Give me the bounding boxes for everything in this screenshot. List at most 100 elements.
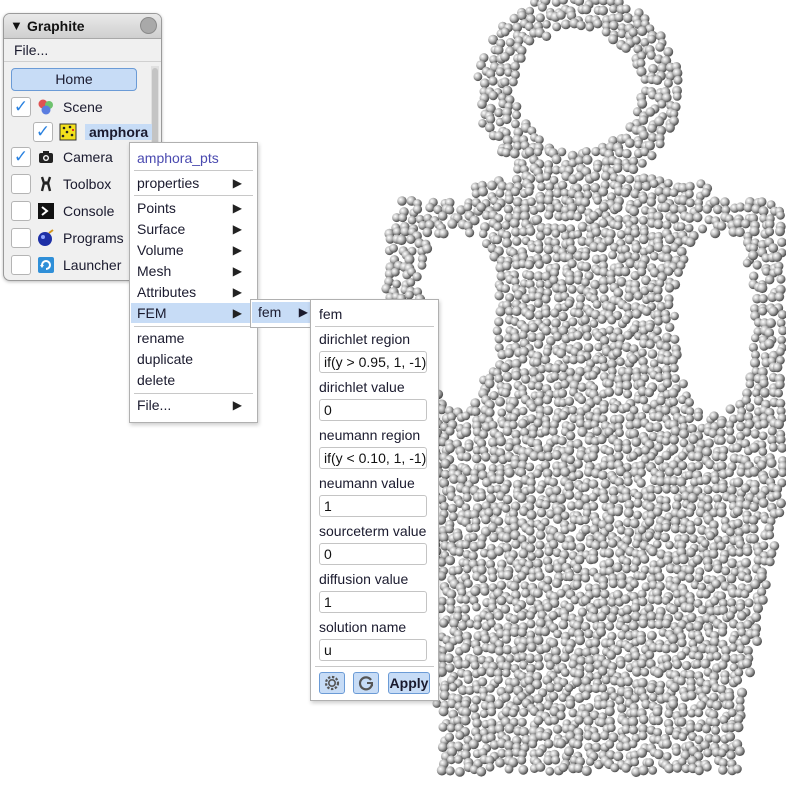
cloud-point bbox=[468, 739, 479, 750]
cloud-point bbox=[501, 148, 511, 158]
cloud-point bbox=[661, 502, 671, 512]
cloud-point bbox=[476, 202, 487, 212]
menu-item-mesh[interactable]: Mesh ▶ bbox=[137, 261, 250, 281]
cloud-point bbox=[652, 707, 663, 717]
cloud-point bbox=[577, 395, 587, 405]
menu-item-rename[interactable]: rename bbox=[137, 328, 184, 348]
menu-item-delete[interactable]: delete bbox=[137, 370, 175, 390]
cloud-point bbox=[636, 635, 647, 645]
dirichlet-value-input[interactable]: 0 bbox=[319, 399, 427, 421]
file-menu[interactable]: File... bbox=[4, 39, 161, 62]
launcher-checkbox[interactable] bbox=[11, 255, 31, 275]
cloud-point bbox=[535, 13, 545, 23]
scene-checkbox[interactable]: ✓ bbox=[11, 97, 31, 117]
menu-item-properties[interactable]: properties ▶ bbox=[137, 173, 250, 193]
console-checkbox[interactable] bbox=[11, 201, 31, 221]
menu-item-duplicate[interactable]: duplicate bbox=[137, 349, 193, 369]
programs-checkbox[interactable] bbox=[11, 228, 31, 248]
menu-item-file[interactable]: File... ▶ bbox=[137, 395, 250, 415]
cloud-point bbox=[512, 110, 521, 120]
window-titlebar[interactable]: ▼ Graphite bbox=[4, 14, 161, 39]
cloud-point bbox=[645, 323, 655, 333]
cloud-point bbox=[572, 580, 582, 590]
cloud-point bbox=[535, 530, 546, 540]
cloud-point bbox=[757, 460, 767, 470]
cloud-point bbox=[721, 566, 731, 576]
menu-item-points[interactable]: Points ▶ bbox=[137, 198, 250, 218]
solution-name-input[interactable]: u bbox=[319, 639, 427, 661]
submenu-arrow-icon: ▶ bbox=[232, 264, 242, 278]
diffusion-value-input[interactable]: 1 bbox=[319, 591, 427, 613]
cloud-point bbox=[589, 319, 599, 328]
cloud-point bbox=[445, 766, 455, 776]
cloud-point bbox=[647, 151, 657, 161]
cloud-point bbox=[727, 558, 738, 569]
close-icon[interactable] bbox=[140, 17, 157, 34]
cloud-point bbox=[700, 658, 711, 669]
cloud-point bbox=[717, 436, 726, 445]
cloud-point bbox=[556, 588, 566, 598]
menu-item-attributes[interactable]: Attributes ▶ bbox=[137, 282, 250, 302]
cloud-point bbox=[679, 428, 689, 439]
sourceterm-value-input[interactable]: 0 bbox=[319, 543, 427, 565]
cloud-point bbox=[496, 436, 507, 447]
menu-item-volume[interactable]: Volume ▶ bbox=[137, 240, 250, 260]
cloud-point bbox=[575, 635, 586, 646]
cloud-point bbox=[501, 692, 511, 702]
apply-button[interactable]: Apply bbox=[388, 672, 430, 694]
menu-item-label: properties bbox=[137, 175, 200, 191]
submenu-arrow-icon: ▶ bbox=[232, 306, 242, 320]
collapse-triangle-icon[interactable]: ▼ bbox=[10, 18, 23, 33]
tree-item-amphora[interactable]: ✓ amphora bbox=[33, 121, 153, 143]
cloud-point bbox=[585, 757, 595, 766]
cloud-point bbox=[574, 470, 584, 480]
tree-item-toolbox[interactable]: Toolbox bbox=[11, 173, 111, 195]
cloud-point bbox=[638, 765, 649, 776]
cloud-point bbox=[478, 574, 488, 584]
cloud-point bbox=[703, 748, 713, 758]
cloud-point bbox=[621, 315, 631, 325]
cloud-point bbox=[564, 299, 574, 309]
cloud-point bbox=[758, 447, 768, 456]
cloud-point bbox=[447, 218, 458, 229]
cloud-point bbox=[639, 234, 649, 245]
cloud-point bbox=[775, 508, 785, 518]
cloud-point bbox=[462, 564, 472, 574]
home-button[interactable]: Home bbox=[11, 68, 137, 91]
neumann-value-input[interactable]: 1 bbox=[319, 495, 427, 517]
cloud-point bbox=[509, 218, 520, 229]
settings-button[interactable] bbox=[319, 672, 345, 694]
menu-item-surface[interactable]: Surface ▶ bbox=[137, 219, 250, 239]
cloud-point bbox=[461, 426, 472, 438]
cloud-point bbox=[653, 485, 663, 495]
cloud-point bbox=[653, 293, 663, 303]
cloud-point bbox=[543, 405, 553, 416]
toolbox-checkbox[interactable] bbox=[11, 174, 31, 194]
cloud-point bbox=[593, 163, 602, 173]
cloud-point bbox=[533, 715, 544, 726]
dirichlet-region-input[interactable]: if(y > 0.95, 1, -1) bbox=[319, 351, 427, 373]
cloud-point bbox=[758, 595, 768, 605]
cloud-point bbox=[544, 739, 554, 749]
cloud-point bbox=[702, 762, 712, 772]
menu-item-fem[interactable]: FEM ▶ bbox=[137, 303, 250, 323]
cloud-point bbox=[774, 419, 784, 430]
camera-checkbox[interactable]: ✓ bbox=[11, 147, 31, 167]
tree-item-scene[interactable]: ✓ Scene bbox=[11, 96, 103, 118]
cloud-point bbox=[653, 667, 664, 679]
cloud-point bbox=[460, 715, 471, 726]
cloud-point bbox=[494, 334, 504, 344]
submenu-arrow-icon: ▶ bbox=[232, 201, 242, 215]
reset-button[interactable] bbox=[353, 672, 379, 694]
cloud-point bbox=[701, 589, 711, 599]
tree-item-programs[interactable]: Programs bbox=[11, 227, 124, 249]
tree-item-launcher[interactable]: Launcher bbox=[11, 254, 121, 276]
object-context-menu: amphora_pts properties ▶ Points ▶ Surfac… bbox=[129, 142, 258, 423]
submenu-item-fem[interactable]: fem bbox=[258, 304, 281, 320]
neumann-region-input[interactable]: if(y < 0.10, 1, -1) bbox=[319, 447, 427, 469]
amphora-checkbox[interactable]: ✓ bbox=[33, 122, 53, 142]
tree-item-console[interactable]: Console bbox=[11, 200, 114, 222]
tree-item-camera[interactable]: ✓ Camera bbox=[11, 146, 113, 168]
cloud-point bbox=[725, 527, 735, 537]
cloud-point bbox=[729, 643, 738, 652]
